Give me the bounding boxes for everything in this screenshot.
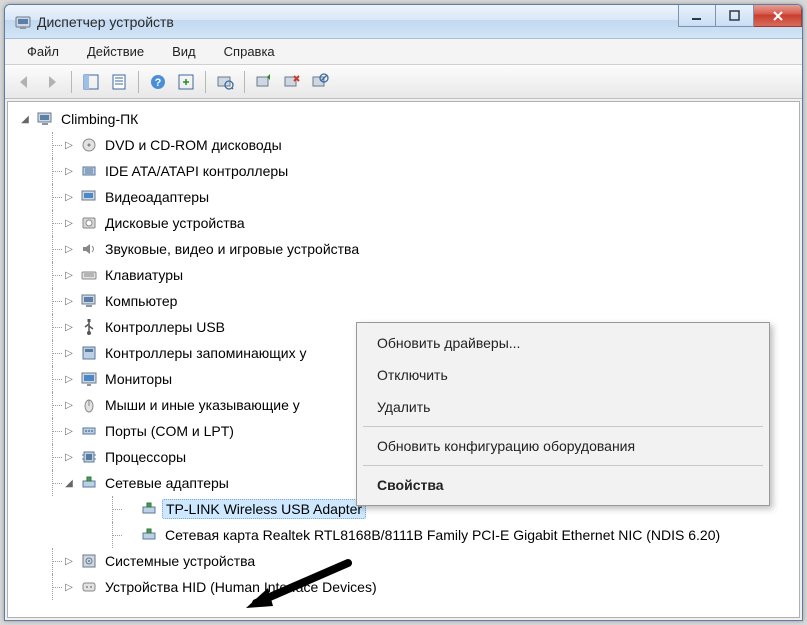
tree-item-label: Порты (COM и LPT): [102, 422, 237, 440]
expander-icon[interactable]: ◢: [18, 112, 32, 126]
close-button[interactable]: [754, 5, 802, 27]
expander-icon[interactable]: ▷: [62, 580, 76, 594]
device-category-icon: [80, 422, 98, 440]
network-adapter-icon: [140, 526, 158, 544]
update-driver-button[interactable]: [251, 69, 277, 95]
tree-item[interactable]: ▷ DVD и CD-ROM дисководы: [32, 132, 797, 158]
minimize-button[interactable]: [678, 5, 716, 27]
nav-back-button: [11, 69, 37, 95]
tree-item-label: Устройства HID (Human Interface Devices): [102, 578, 380, 596]
menu-view[interactable]: Вид: [158, 41, 210, 62]
device-category-icon: [80, 448, 98, 466]
context-remove[interactable]: Удалить: [359, 391, 767, 423]
expander-icon[interactable]: ▷: [62, 554, 76, 568]
disable-button[interactable]: [307, 69, 333, 95]
expander-icon[interactable]: ▷: [62, 164, 76, 178]
device-category-icon: [80, 552, 98, 570]
expander-icon[interactable]: ▷: [62, 450, 76, 464]
expander-icon[interactable]: ▷: [62, 216, 76, 230]
context-disable[interactable]: Отключить: [359, 359, 767, 391]
tree-item-label: Видеоадаптеры: [102, 188, 212, 206]
menubar: Файл Действие Вид Справка: [5, 39, 802, 65]
tree-item-label: Мыши и иные указывающие у: [102, 396, 303, 414]
app-icon: [15, 14, 31, 30]
context-menu: Обновить драйверы... Отключить Удалить О…: [356, 322, 770, 506]
show-hide-tree-button[interactable]: [78, 69, 104, 95]
tree-item-label: Звуковые, видео и игровые устройства: [102, 240, 362, 258]
device-category-icon: [80, 292, 98, 310]
tree-item-label: Сетевые адаптеры: [102, 474, 232, 492]
device-category-icon: [80, 318, 98, 336]
network-adapter-icon: [140, 500, 158, 518]
window-controls: [678, 5, 802, 27]
device-category-icon: [80, 162, 98, 180]
expander-icon[interactable]: ▷: [62, 320, 76, 334]
computer-icon: [36, 110, 54, 128]
expander-icon[interactable]: ▷: [62, 138, 76, 152]
properties-button[interactable]: [106, 69, 132, 95]
device-category-icon: [80, 188, 98, 206]
tree-item[interactable]: ▷ Компьютер: [32, 288, 797, 314]
tree-item-label: Компьютер: [102, 292, 180, 310]
tree-item-label: DVD и CD-ROM дисководы: [102, 136, 285, 154]
tree-item-label: Системные устройства: [102, 552, 258, 570]
maximize-button[interactable]: [716, 5, 754, 27]
tree-item[interactable]: ▷ Видеоадаптеры: [32, 184, 797, 210]
device-category-icon: [80, 344, 98, 362]
device-category-icon: [80, 240, 98, 258]
uninstall-button[interactable]: [279, 69, 305, 95]
tree-leaf[interactable]: Сетевая карта Realtek RTL8168B/8111B Fam…: [54, 522, 797, 548]
device-category-icon: [80, 474, 98, 492]
tree-item-label: Контроллеры запоминающих у: [102, 344, 309, 362]
context-properties[interactable]: Свойства: [359, 469, 767, 501]
context-update-drivers[interactable]: Обновить драйверы...: [359, 327, 767, 359]
tree-item[interactable]: ▷ Устройства HID (Human Interface Devices…: [32, 574, 797, 600]
expander-icon[interactable]: ▷: [62, 268, 76, 282]
tree-item[interactable]: ▷ Клавиатуры: [32, 262, 797, 288]
tree-item-label: Процессоры: [102, 448, 189, 466]
tree-item[interactable]: ▷ Звуковые, видео и игровые устройства: [32, 236, 797, 262]
context-scan-hardware[interactable]: Обновить конфигурацию оборудования: [359, 430, 767, 462]
tree-item-label: Дисковые устройства: [102, 214, 248, 232]
tree-item[interactable]: ▷ Системные устройства: [32, 548, 797, 574]
device-category-icon: [80, 396, 98, 414]
scan-hardware-button[interactable]: [212, 69, 238, 95]
toolbar-button-5[interactable]: [173, 69, 199, 95]
svg-text:?: ?: [155, 77, 162, 89]
tree-item-label: Клавиатуры: [102, 266, 186, 284]
tree-item-label: Мониторы: [102, 370, 175, 388]
menu-file[interactable]: Файл: [13, 41, 73, 62]
expander-icon[interactable]: ▷: [62, 424, 76, 438]
tree-item[interactable]: ▷ Дисковые устройства: [32, 210, 797, 236]
titlebar: Диспетчер устройств: [5, 5, 802, 39]
toolbar: ?: [5, 65, 802, 99]
expander-icon[interactable]: ▷: [62, 190, 76, 204]
expander-icon[interactable]: ▷: [62, 294, 76, 308]
menu-help[interactable]: Справка: [210, 41, 289, 62]
tree-item[interactable]: ▷ IDE ATA/ATAPI контроллеры: [32, 158, 797, 184]
tree-leaf-label: TP-LINK Wireless USB Adapter: [162, 499, 366, 519]
window-title: Диспетчер устройств: [37, 14, 174, 30]
device-category-icon: [80, 370, 98, 388]
device-category-icon: [80, 136, 98, 154]
expander-icon[interactable]: ▷: [62, 346, 76, 360]
expander-icon[interactable]: ▷: [62, 242, 76, 256]
device-category-icon: [80, 266, 98, 284]
device-category-icon: [80, 214, 98, 232]
tree-leaf-label: Сетевая карта Realtek RTL8168B/8111B Fam…: [162, 526, 723, 544]
expander-icon[interactable]: ▷: [62, 398, 76, 412]
tree-root[interactable]: ◢ Climbing-ПК: [10, 106, 797, 132]
expander-icon[interactable]: ◢: [62, 476, 76, 490]
tree-item-label: IDE ATA/ATAPI контроллеры: [102, 162, 291, 180]
help-button[interactable]: ?: [145, 69, 171, 95]
menu-action[interactable]: Действие: [73, 41, 158, 62]
tree-root-label: Climbing-ПК: [58, 110, 141, 128]
expander-icon[interactable]: ▷: [62, 372, 76, 386]
nav-forward-button: [39, 69, 65, 95]
device-manager-window: Диспетчер устройств Файл Действие Вид Сп…: [4, 4, 803, 621]
tree-item-label: Контроллеры USB: [102, 318, 228, 336]
device-category-icon: [80, 578, 98, 596]
